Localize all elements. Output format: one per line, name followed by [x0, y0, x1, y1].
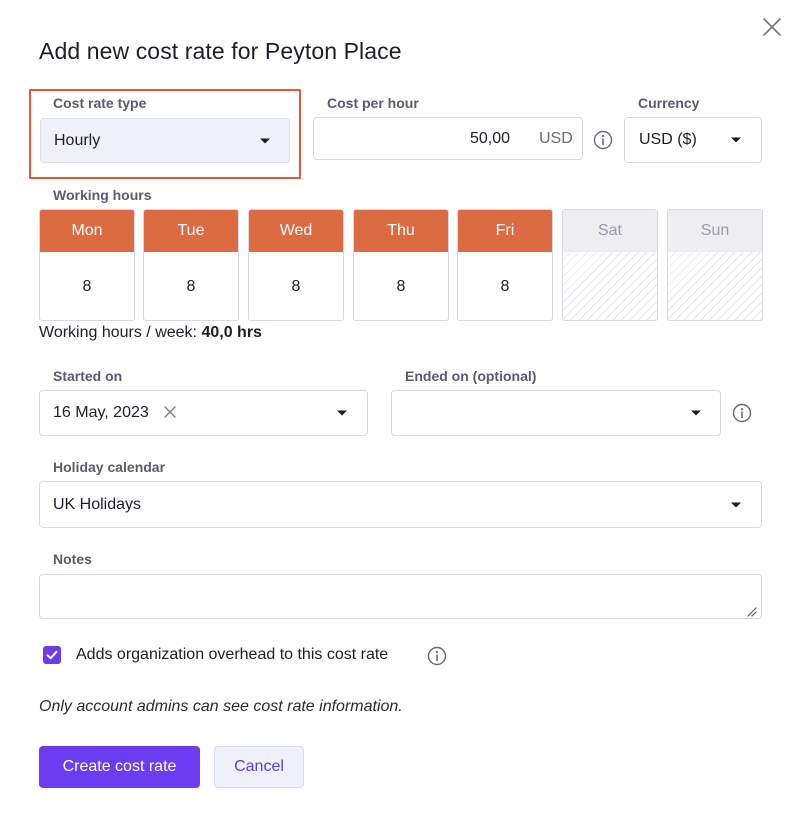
notes-textarea[interactable] [39, 574, 762, 619]
weekly-hours-summary: Working hours / week: 40,0 hrs [39, 324, 262, 342]
day-sat[interactable]: Sat [562, 209, 658, 321]
cost-per-hour-value: 50,00 [470, 129, 511, 147]
weekly-hours-total: 40,0 hrs [201, 324, 262, 341]
day-name: Tue [144, 210, 238, 252]
day-hours-input[interactable]: 8 [249, 252, 343, 320]
day-name: Wed [249, 210, 343, 252]
ended-on-label: Ended on (optional) [405, 368, 537, 384]
day-name: Fri [458, 210, 552, 252]
day-name: Mon [40, 210, 134, 252]
notes-label: Notes [53, 551, 92, 567]
day-hours-input[interactable]: 8 [458, 252, 552, 320]
chevron-down-icon [337, 410, 347, 416]
chevron-down-icon [691, 410, 701, 416]
admin-note: Only account admins can see cost rate in… [39, 698, 403, 715]
cost-rate-type-select[interactable]: Hourly [40, 118, 290, 163]
dialog-title: Add new cost rate for Peyton Place [39, 38, 402, 64]
checkmark-icon [46, 650, 58, 660]
day-hours-input[interactable]: 8 [40, 252, 134, 320]
day-thu[interactable]: Thu 8 [353, 209, 449, 321]
chevron-down-icon [731, 502, 741, 507]
chevron-down-icon [260, 138, 270, 143]
started-on-value: 16 May, 2023 [53, 404, 149, 421]
cost-rate-type-label: Cost rate type [53, 95, 147, 111]
chevron-down-icon [731, 137, 741, 143]
resize-handle-icon[interactable] [745, 605, 757, 617]
cancel-button[interactable]: Cancel [214, 746, 304, 788]
day-mon[interactable]: Mon 8 [39, 209, 135, 321]
currency-label: Currency [638, 95, 700, 111]
ended-on-date-picker[interactable] [391, 390, 721, 436]
cost-per-hour-input[interactable]: 50,00 USD [313, 117, 583, 160]
close-button[interactable] [760, 15, 784, 39]
create-cost-rate-button[interactable]: Create cost rate [39, 746, 200, 788]
day-hours-input[interactable]: 8 [354, 252, 448, 320]
day-tue[interactable]: Tue 8 [143, 209, 239, 321]
day-name: Thu [354, 210, 448, 252]
day-hours-disabled [668, 252, 762, 320]
day-name: Sat [563, 210, 657, 252]
clear-date-icon[interactable] [163, 405, 177, 419]
cost-unit: USD [539, 129, 573, 147]
cost-per-hour-label: Cost per hour [327, 95, 419, 111]
working-hours-label: Working hours [53, 187, 152, 203]
currency-select[interactable]: USD ($) [624, 117, 762, 163]
info-icon[interactable] [732, 403, 752, 423]
day-sun[interactable]: Sun [667, 209, 763, 321]
holiday-calendar-label: Holiday calendar [53, 459, 166, 475]
holiday-calendar-value: UK Holidays [53, 495, 142, 513]
overhead-checkbox[interactable] [43, 646, 61, 664]
holiday-calendar-select[interactable]: UK Holidays [39, 481, 762, 528]
info-icon[interactable] [593, 130, 613, 150]
started-on-date-picker[interactable]: 16 May, 2023 [39, 390, 368, 436]
cost-rate-type-value: Hourly [54, 131, 101, 149]
weekly-hours-label: Working hours / week: [39, 324, 197, 341]
info-icon[interactable] [427, 646, 447, 666]
overhead-label: Adds organization overhead to this cost … [76, 646, 389, 663]
close-icon [763, 18, 781, 36]
currency-value: USD ($) [639, 131, 697, 148]
day-wed[interactable]: Wed 8 [248, 209, 344, 321]
day-hours-disabled [563, 252, 657, 320]
day-name: Sun [668, 210, 762, 252]
day-fri[interactable]: Fri 8 [457, 209, 553, 321]
day-hours-input[interactable]: 8 [144, 252, 238, 320]
started-on-label: Started on [53, 368, 123, 384]
